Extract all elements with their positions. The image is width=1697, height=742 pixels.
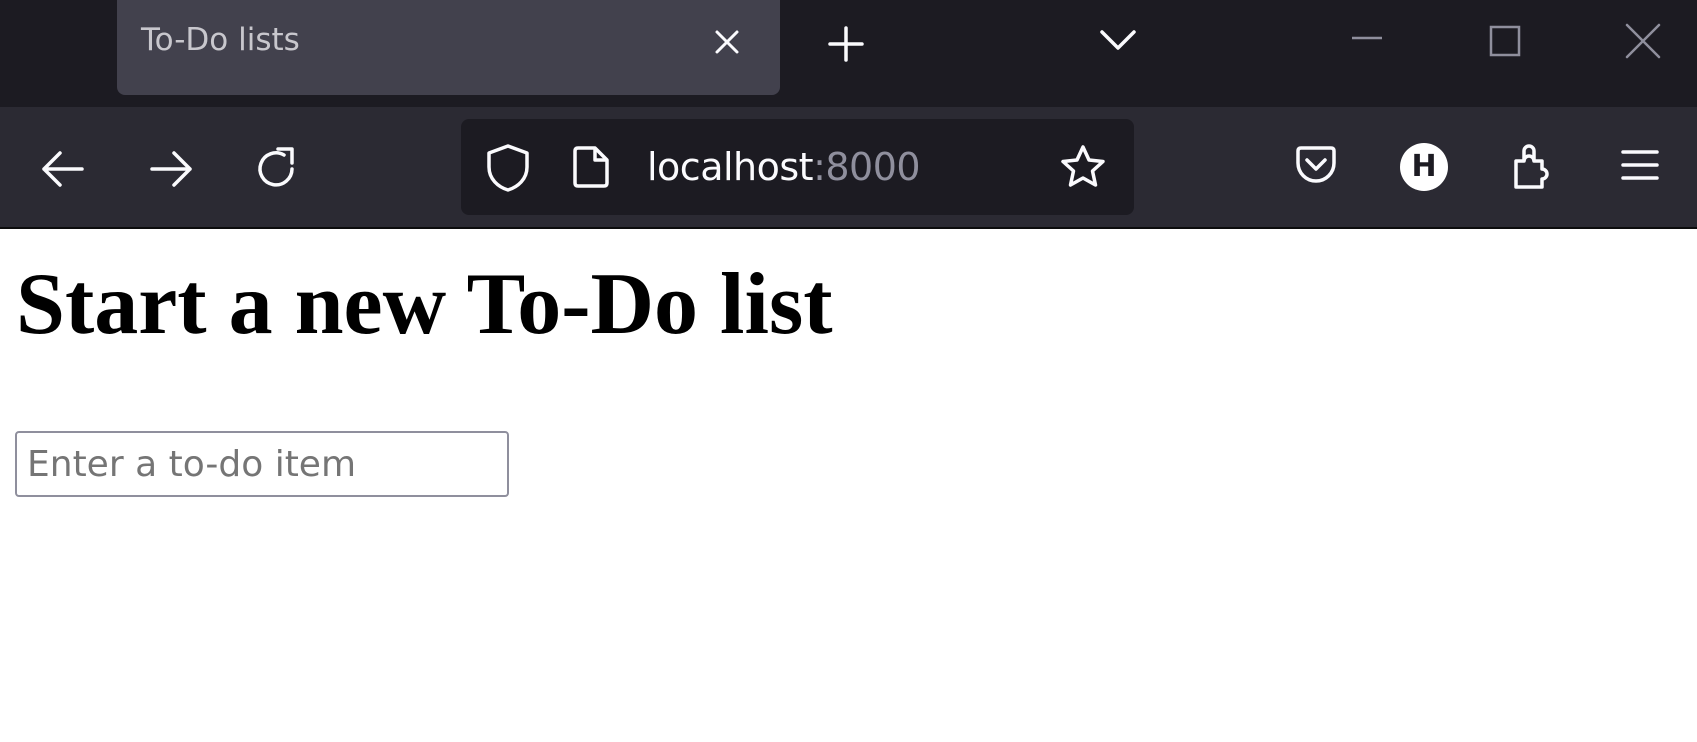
arrow-right-icon[interactable] bbox=[148, 147, 196, 191]
minimize-icon[interactable] bbox=[1350, 26, 1384, 50]
address-bar[interactable]: localhost:8000 bbox=[461, 119, 1134, 215]
page-content: Start a new To-Do list bbox=[0, 231, 1697, 742]
url-port: :8000 bbox=[813, 145, 921, 189]
reload-icon[interactable] bbox=[254, 145, 302, 193]
new-item-input[interactable] bbox=[15, 431, 509, 497]
shield-icon[interactable] bbox=[485, 143, 531, 193]
navigation-toolbar: localhost:8000 H bbox=[0, 107, 1697, 229]
puzzle-icon[interactable] bbox=[1510, 141, 1558, 191]
account-avatar[interactable]: H bbox=[1400, 143, 1448, 191]
arrow-left-icon[interactable] bbox=[38, 147, 86, 191]
tab-strip: To-Do lists bbox=[0, 0, 1697, 107]
pocket-icon[interactable] bbox=[1294, 145, 1338, 187]
star-icon[interactable] bbox=[1058, 143, 1108, 191]
close-icon[interactable] bbox=[709, 24, 745, 60]
page-heading: Start a new To-Do list bbox=[16, 256, 833, 353]
tab-todo-lists[interactable]: To-Do lists bbox=[117, 0, 780, 95]
chevron-down-icon[interactable] bbox=[1098, 24, 1138, 56]
plus-icon[interactable] bbox=[826, 24, 866, 64]
url-text: localhost:8000 bbox=[647, 145, 921, 189]
page-icon[interactable] bbox=[571, 145, 611, 189]
url-host: localhost bbox=[647, 145, 814, 189]
tab-title: To-Do lists bbox=[141, 22, 300, 58]
hamburger-menu-icon[interactable] bbox=[1620, 147, 1660, 183]
close-icon[interactable] bbox=[1624, 22, 1662, 60]
maximize-icon[interactable] bbox=[1488, 24, 1522, 58]
